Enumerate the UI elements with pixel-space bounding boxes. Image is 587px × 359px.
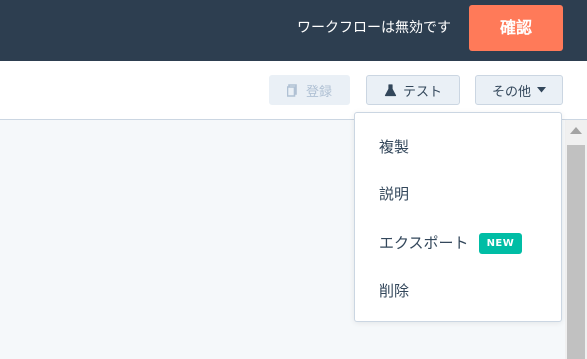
new-badge: NEW	[478, 232, 523, 254]
top-header-bar: ワークフローは無効です 確認	[0, 0, 587, 61]
more-actions-label: その他	[491, 84, 531, 100]
register-button-label: 登録	[305, 84, 332, 100]
workflow-status-text: ワークフローは無効です	[297, 20, 451, 36]
more-actions-dropdown: 複製 説明 エクスポート NEW 削除	[354, 112, 562, 322]
menu-item-delete[interactable]: 削除	[379, 279, 409, 303]
menu-item-label: 説明	[379, 185, 410, 203]
menu-item-label: エクスポート	[379, 234, 469, 252]
menu-item-duplicate[interactable]: 複製	[379, 135, 409, 159]
scroll-up-arrow-icon[interactable]	[570, 127, 582, 134]
confirm-button[interactable]: 確認	[469, 5, 563, 51]
vertical-scrollbar[interactable]	[565, 120, 587, 359]
test-button-label: テスト	[402, 84, 442, 100]
menu-item-export[interactable]: エクスポート NEW	[379, 231, 523, 255]
flask-icon	[384, 83, 397, 97]
menu-item-label: 複製	[379, 138, 410, 156]
menu-item-label: 削除	[379, 282, 410, 300]
test-button[interactable]: テスト	[366, 75, 460, 105]
register-button[interactable]: 登録	[269, 75, 350, 105]
register-icon	[286, 83, 300, 97]
menu-item-description[interactable]: 説明	[379, 182, 409, 206]
caret-down-icon	[537, 87, 546, 93]
more-actions-button[interactable]: その他	[475, 75, 563, 105]
scrollbar-thumb[interactable]	[567, 145, 585, 359]
